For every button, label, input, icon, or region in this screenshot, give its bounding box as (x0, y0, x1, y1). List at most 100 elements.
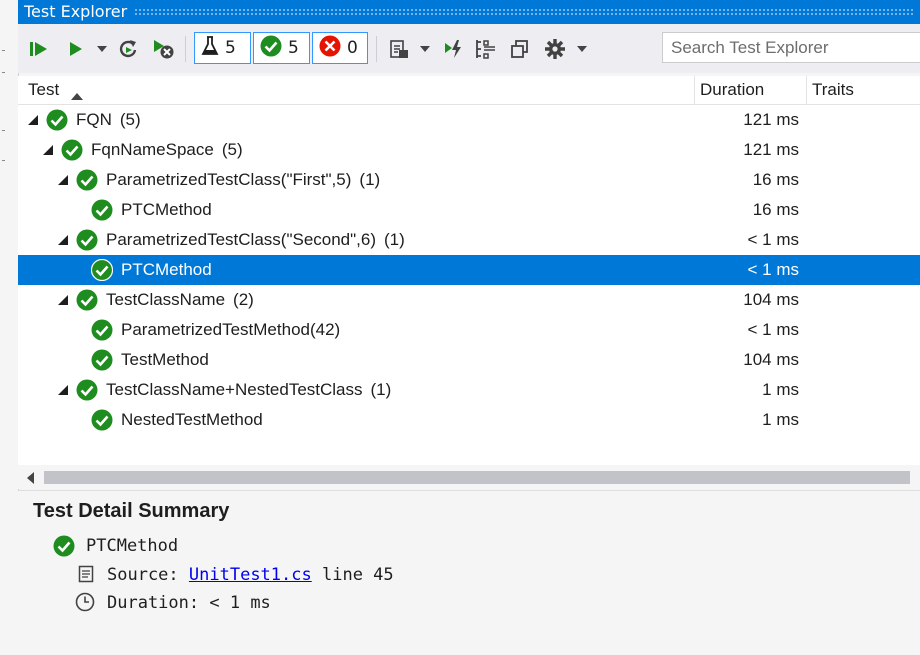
filter-total-button[interactable]: 5 (194, 32, 251, 64)
playlist-icon[interactable] (386, 36, 412, 62)
test-duration: 121 ms (743, 140, 799, 159)
passed-icon (91, 349, 113, 371)
total-count: 5 (225, 38, 236, 58)
test-detail-summary: Test Detail Summary PTCMethod Source: Un… (18, 490, 920, 655)
test-duration: 121 ms (743, 110, 799, 129)
source-file-icon (78, 565, 94, 587)
run-icon[interactable] (66, 36, 86, 62)
column-divider[interactable] (694, 76, 695, 104)
test-name: NestedTestMethod (121, 410, 263, 430)
cancel-run-icon[interactable] (151, 36, 177, 62)
failed-count: 0 (347, 38, 358, 58)
scrollbar-thumb[interactable] (44, 471, 910, 484)
test-tree-row[interactable]: ParametrizedTestClass("Second",6) (1) < 1 … (18, 225, 920, 255)
flask-icon (201, 35, 219, 61)
passed-icon (46, 109, 68, 131)
column-traits-header[interactable]: Traits (812, 80, 854, 100)
test-count: (2) (233, 290, 254, 309)
test-duration: 104 ms (743, 350, 799, 369)
source-label: Source: (107, 565, 179, 585)
test-tree-row[interactable]: ParametrizedTestMethod(42) < 1 ms (18, 315, 920, 345)
test-name: ParametrizedTestClass("Second",6) (1) (106, 230, 405, 250)
title-bar: Test Explorer (18, 0, 920, 24)
test-tree-row[interactable]: TestMethod 104 ms (18, 345, 920, 375)
settings-gear-icon[interactable] (542, 36, 568, 62)
column-duration-header[interactable]: Duration (700, 80, 764, 100)
test-name-text: FQN (76, 110, 112, 129)
test-name-text: FqnNameSpace (91, 140, 214, 159)
test-name-text: TestClassName+NestedTestClass (106, 380, 363, 399)
failed-icon (319, 35, 341, 62)
filter-failed-button[interactable]: 0 (312, 32, 368, 64)
group-by-icon[interactable] (474, 36, 498, 62)
test-name-text: PTCMethod (121, 200, 212, 219)
test-duration: < 1 ms (747, 230, 800, 249)
test-duration: 16 ms (752, 200, 799, 219)
test-duration: 1 ms (762, 410, 799, 429)
toolbar-separator (376, 36, 377, 62)
test-tree-row[interactable]: PTCMethod < 1 ms (18, 255, 920, 285)
test-tree-row[interactable]: NestedTestMethod 1 ms (18, 405, 920, 435)
source-line-number: line 45 (321, 565, 394, 585)
expand-arrow-icon[interactable] (58, 175, 68, 185)
passed-icon (53, 535, 75, 561)
test-name-text: ParametrizedTestClass("First",5) (106, 170, 352, 189)
expand-arrow-icon[interactable] (58, 235, 68, 245)
passed-icon (91, 319, 113, 341)
passed-count: 5 (288, 38, 299, 58)
search-input[interactable] (669, 33, 913, 62)
title-grip[interactable] (134, 8, 914, 15)
window-title: Test Explorer (24, 2, 128, 21)
source-file-link[interactable]: UnitTest1.cs (189, 565, 312, 585)
test-tree-row[interactable]: PTCMethod 16 ms (18, 195, 920, 225)
test-tree-row[interactable]: FqnNameSpace (5) 121 ms (18, 135, 920, 165)
test-count: (1) (370, 380, 392, 399)
test-count: (5) (221, 140, 243, 159)
test-tree: FQN (5) 121 ms FqnNameSpace (5) 121 ms Paramet… (18, 105, 920, 465)
passed-icon (90, 258, 114, 282)
settings-dropdown-chevron-icon[interactable] (576, 36, 588, 62)
test-name-text: PTCMethod (121, 260, 212, 279)
clock-icon (75, 592, 95, 616)
passed-icon (260, 35, 282, 62)
passed-icon (76, 169, 98, 191)
refresh-icon[interactable] (116, 36, 140, 62)
test-name: PTCMethod (121, 200, 212, 220)
column-test-header[interactable]: Test (28, 80, 59, 100)
test-tree-row[interactable]: TestClassName+NestedTestClass (1) 1 ms (18, 375, 920, 405)
duration-label: Duration: (107, 593, 200, 613)
run-after-build-icon[interactable] (442, 36, 466, 62)
passed-icon (91, 409, 113, 431)
test-tree-row[interactable]: TestClassName (2) 104 ms (18, 285, 920, 315)
run-dropdown-chevron-icon[interactable] (96, 36, 108, 62)
expand-arrow-icon[interactable] (28, 115, 38, 125)
column-divider[interactable] (806, 76, 807, 104)
expand-arrow-icon[interactable] (43, 145, 53, 155)
detail-test-name: PTCMethod (86, 536, 179, 556)
test-name-text: ParametrizedTestMethod(42) (121, 320, 341, 339)
test-name: TestClassName+NestedTestClass (1) (106, 380, 391, 400)
expand-arrow-icon[interactable] (58, 295, 68, 305)
test-name: TestMethod (121, 350, 209, 370)
test-name: FqnNameSpace (5) (91, 140, 243, 160)
test-count: (1) (359, 170, 381, 189)
filter-passed-button[interactable]: 5 (253, 32, 310, 64)
toolbar-separator (185, 36, 186, 62)
playlist-dropdown-chevron-icon[interactable] (419, 36, 431, 62)
copy-icon[interactable] (508, 36, 532, 62)
expand-arrow-icon[interactable] (58, 385, 68, 395)
test-duration: < 1 ms (747, 260, 800, 279)
test-tree-row[interactable]: FQN (5) 121 ms (18, 105, 920, 135)
toolbar: 5 5 0 (18, 24, 920, 73)
scroll-left-arrow-icon[interactable] (27, 472, 34, 484)
test-name-text: TestClassName (106, 290, 226, 309)
horizontal-scrollbar[interactable] (18, 465, 920, 489)
passed-icon (91, 199, 113, 221)
test-name-text: NestedTestMethod (121, 410, 263, 429)
search-box[interactable] (662, 32, 920, 63)
test-duration: 104 ms (743, 290, 799, 309)
sort-ascending-icon (71, 85, 83, 105)
run-all-icon[interactable] (28, 36, 52, 62)
test-count: (1) (384, 230, 405, 249)
test-tree-row[interactable]: ParametrizedTestClass("First",5) (1) 16 ms (18, 165, 920, 195)
